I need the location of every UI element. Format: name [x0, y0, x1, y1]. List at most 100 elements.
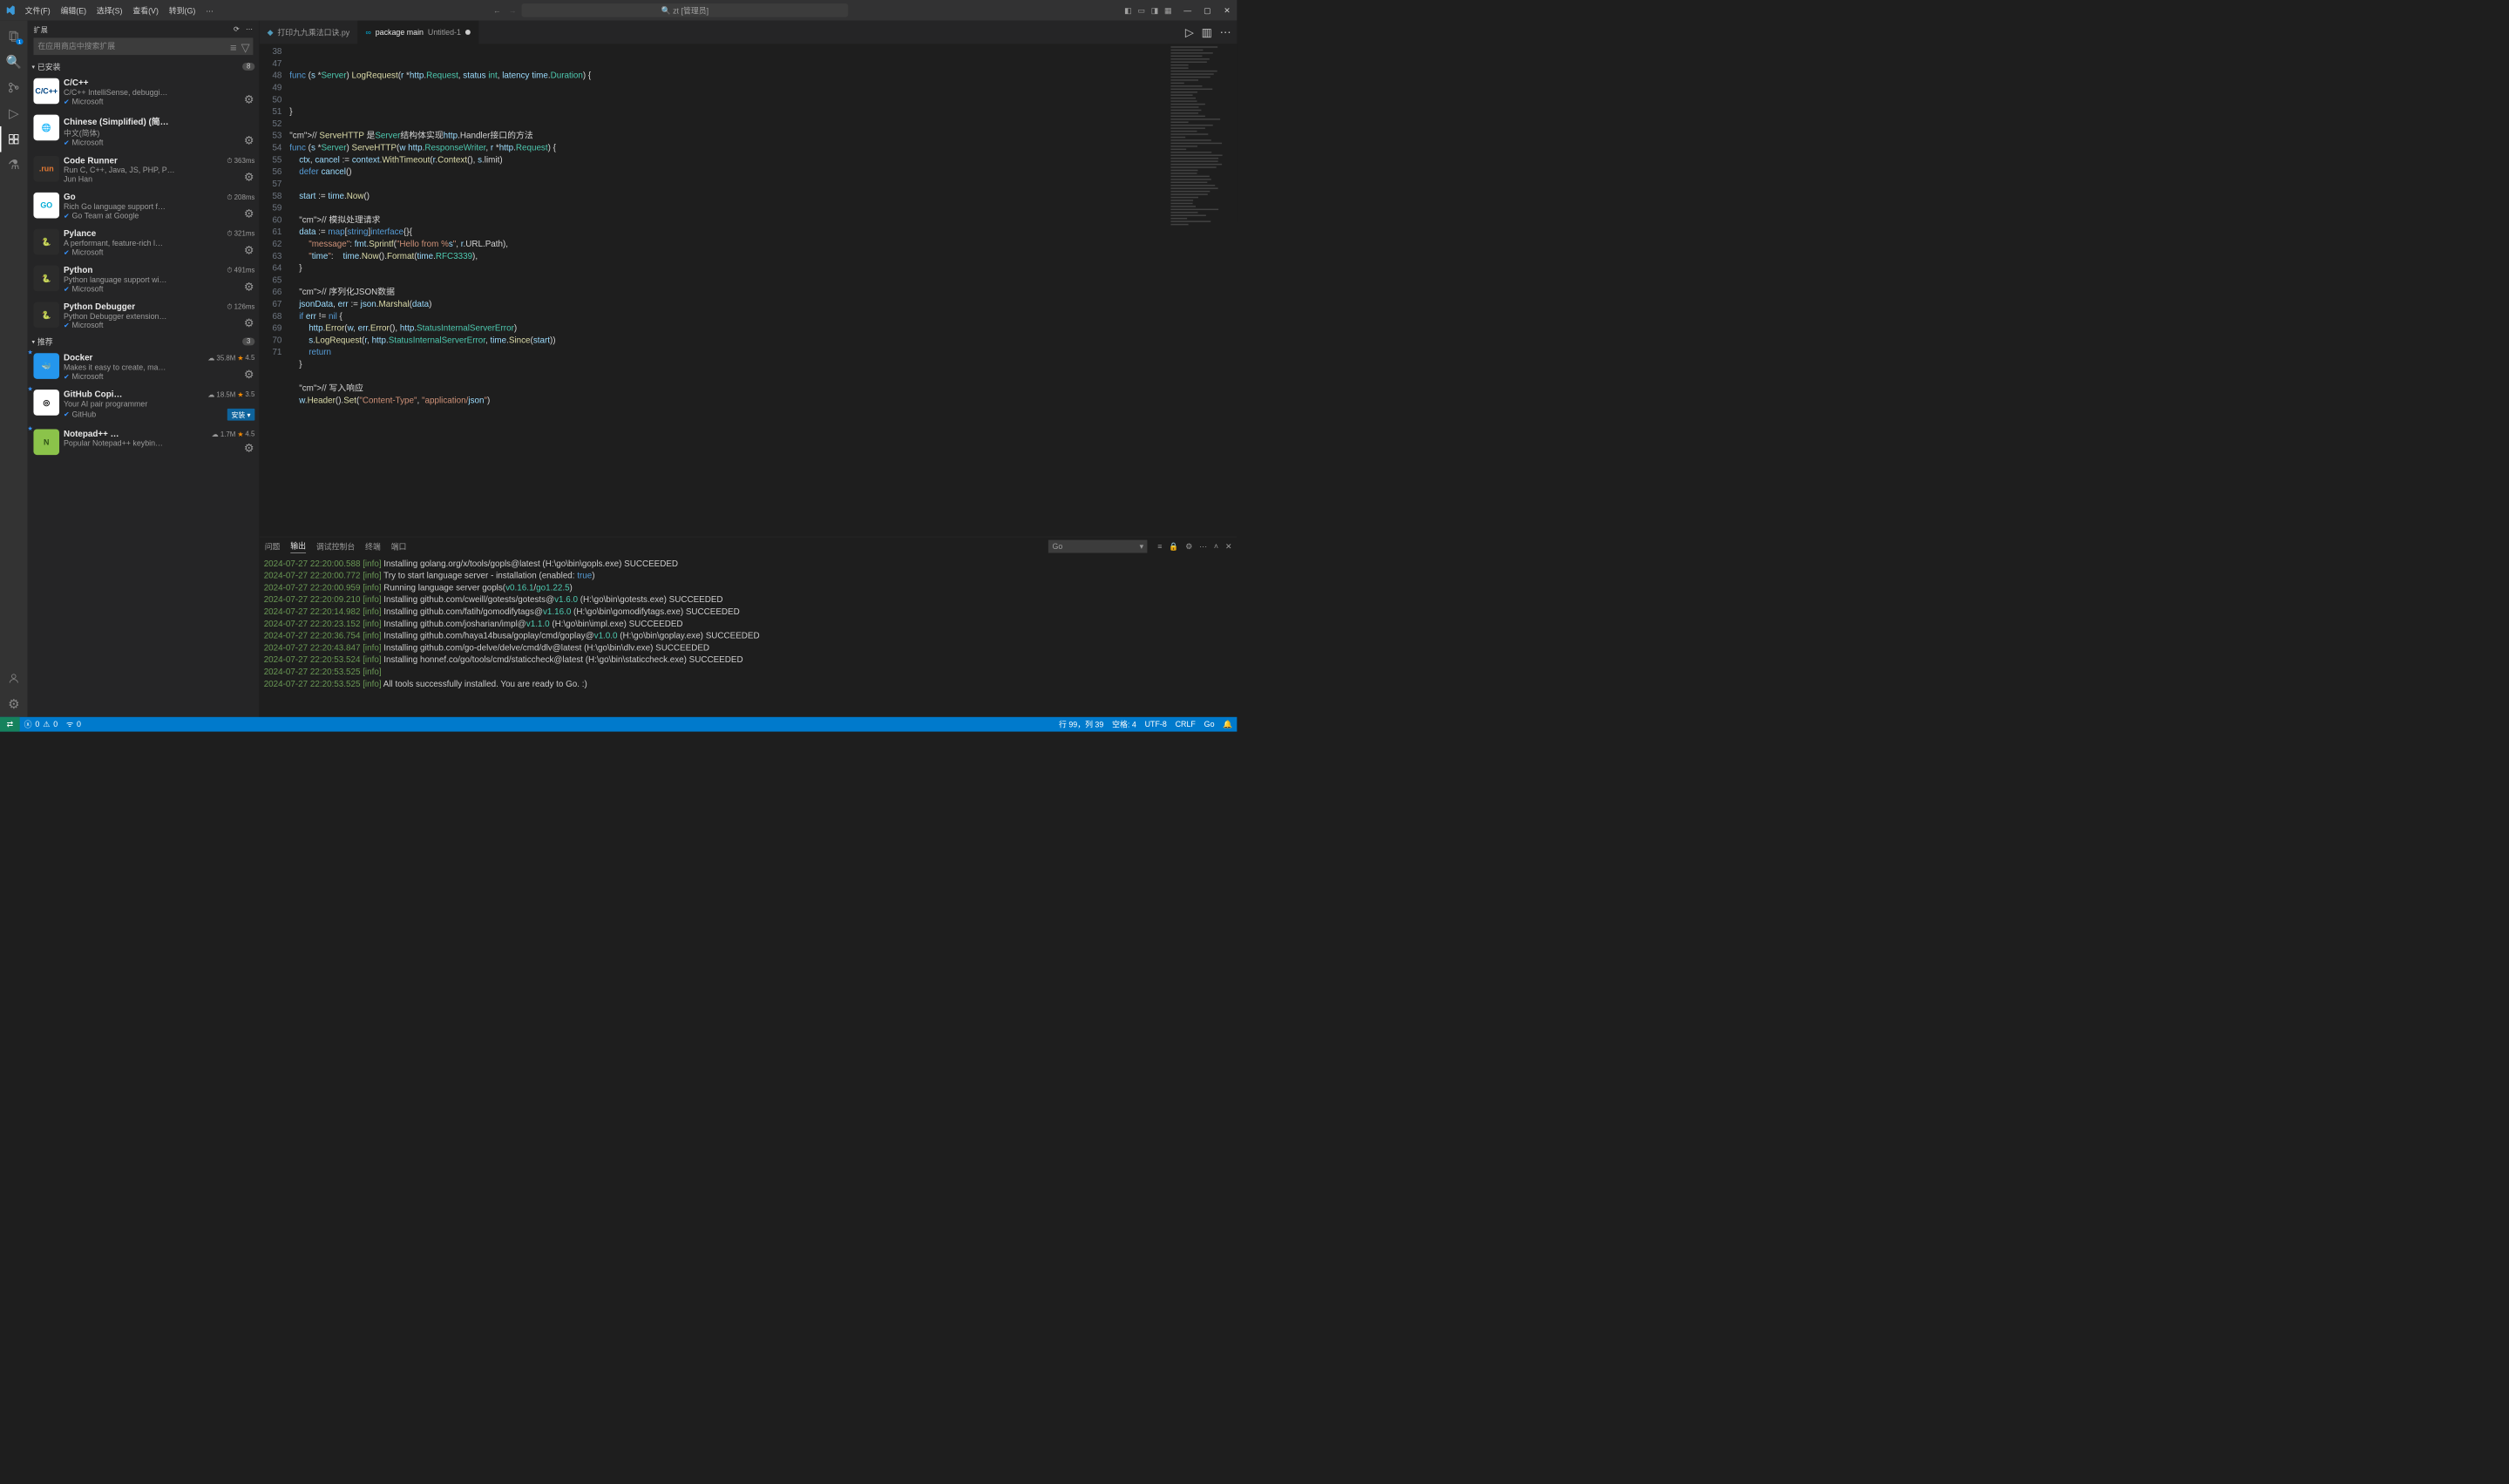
line-number: 71 [260, 346, 282, 358]
menu-go[interactable]: 转到(G) [165, 4, 200, 16]
status-eol[interactable]: CRLF [1171, 720, 1200, 728]
gear-icon[interactable]: ⚙ [244, 92, 254, 105]
clear-icon[interactable]: ▽ [241, 41, 250, 54]
extension-meta: ⏱ 491ms [227, 267, 254, 274]
section-recommended[interactable]: ▾ 推荐 3 [28, 335, 260, 349]
line-number: 69 [260, 322, 282, 335]
more-icon[interactable]: ⋯ [246, 25, 253, 34]
gear-icon[interactable]: ⚙ [244, 316, 254, 329]
status-notifications[interactable]: 🔔 [1218, 720, 1237, 728]
extension-search-input[interactable] [33, 37, 253, 55]
extension-item[interactable]: 🐍Python Debugger⏱ 126msPython Debugger e… [28, 298, 260, 335]
gear-icon[interactable]: ⚙ [244, 171, 254, 184]
error-count: 0 [35, 720, 39, 728]
tab-go-untitled[interactable]: ∞ package main Untitled-1 [358, 21, 479, 44]
extension-meta: ☁ 1.7M ★ 4.5 [212, 430, 255, 438]
vscode-logo-icon [0, 5, 21, 15]
activity-test[interactable]: ⚗ [0, 152, 28, 179]
menu-view[interactable]: 查看(V) [128, 4, 162, 16]
menu-selection[interactable]: 选择(S) [92, 4, 126, 16]
panel-tab-terminal[interactable]: 终端 [365, 541, 381, 552]
gear-icon[interactable]: ⚙ [244, 244, 254, 257]
panel-close-icon[interactable]: ✕ [1225, 542, 1231, 551]
panel-tab-debug[interactable]: 调试控制台 [316, 541, 355, 552]
layout-sidebar-right-icon[interactable]: ◨ [1151, 6, 1158, 15]
gear-icon[interactable]: ⚙ [244, 442, 254, 455]
gear-icon[interactable]: ⚙ [244, 368, 254, 381]
status-lncol[interactable]: 行 99，列 39 [1054, 719, 1108, 730]
activity-debug[interactable]: ▷ [0, 100, 28, 126]
status-problems[interactable]: ⓧ0 ⚠0 [20, 719, 62, 730]
window-maximize-icon[interactable]: ▢ [1197, 6, 1217, 15]
extension-icon: 🌐 [33, 115, 59, 141]
editor-area: ◆ 打印九九乘法口诀.py ∞ package main Untitled-1 … [260, 21, 1238, 717]
menu-bar: 文件(F) 编辑(E) 选择(S) 查看(V) 转到(G) … [21, 4, 218, 16]
output-list-icon[interactable]: ≡ [1157, 542, 1162, 551]
line-number: 51 [260, 105, 282, 118]
editor-more-icon[interactable]: ⋯ [1220, 25, 1231, 38]
activity-scm[interactable] [0, 75, 28, 101]
extension-item[interactable]: C/C++C/C++C/C++ IntelliSense, debuggi…✔M… [28, 74, 260, 111]
gear-icon[interactable]: ⚙ [244, 207, 254, 220]
command-center[interactable]: 🔍 zt [管理员] [521, 3, 848, 17]
window-close-icon[interactable]: ✕ [1217, 6, 1238, 15]
activity-explorer[interactable]: 1 [0, 24, 28, 50]
extension-icon: 🐍 [33, 229, 59, 255]
extension-item[interactable]: ★🐳Docker☁ 35.8M ★ 4.5Makes it easy to cr… [28, 349, 260, 385]
panel-maximize-icon[interactable]: ˄ [1214, 542, 1218, 551]
nav-forward-icon[interactable]: → [509, 6, 517, 15]
activity-account[interactable] [0, 666, 28, 692]
sticky-line: func (s *Server) LogRequest(r *http.Requ… [289, 70, 1168, 82]
run-icon[interactable]: ▷ [1185, 25, 1194, 38]
panel-tab-problems[interactable]: 问题 [265, 541, 281, 552]
bell-icon: 🔔 [1223, 720, 1232, 728]
sidebar-title: 扩展 [33, 24, 48, 35]
gear-icon[interactable]: ⚙ [244, 280, 254, 293]
layout-panel-icon[interactable]: ▭ [1137, 6, 1144, 15]
activity-settings[interactable]: ⚙ [0, 691, 28, 717]
code-line: if err != nil { [289, 310, 1168, 322]
gear-icon[interactable]: ⚙ [244, 134, 254, 147]
menu-more[interactable]: … [201, 4, 218, 16]
filter-icon[interactable]: ≡ [230, 41, 236, 54]
layout-sidebar-left-icon[interactable]: ◧ [1124, 6, 1131, 15]
line-number: 50 [260, 93, 282, 105]
extension-item[interactable]: 🐍Python⏱ 491msPython language support wi… [28, 261, 260, 298]
status-encoding[interactable]: UTF-8 [1141, 720, 1171, 728]
output-more-icon[interactable]: ⋯ [1199, 542, 1207, 551]
extension-item[interactable]: .runCode Runner⏱ 363msRun C, C++, Java, … [28, 152, 260, 188]
activity-extensions[interactable] [0, 126, 28, 152]
output-line: 2024-07-27 22:20:53.525 [info] All tools… [264, 678, 1233, 690]
output-lock-icon[interactable]: 🔒 [1169, 542, 1178, 551]
status-language[interactable]: Go [1200, 720, 1219, 728]
remote-indicator[interactable]: ⇄ [0, 717, 20, 732]
menu-edit[interactable]: 编辑(E) [57, 4, 91, 16]
install-button[interactable]: 安装 ▾ [227, 409, 255, 421]
extension-item[interactable]: ★◎GitHub Copi…☁ 18.5M ★ 3.5Your AI pair … [28, 385, 260, 424]
nav-back-icon[interactable]: ← [493, 6, 501, 15]
output-content[interactable]: 2024-07-27 22:20:00.588 [info] Installin… [260, 556, 1238, 717]
minimap[interactable] [1168, 44, 1237, 536]
menu-file[interactable]: 文件(F) [21, 4, 55, 16]
output-settings-icon[interactable]: ⚙ [1185, 542, 1192, 551]
code-editor[interactable]: 38 4748495051525354555657585960616263646… [260, 44, 1238, 536]
split-editor-icon[interactable]: ▥ [1202, 25, 1212, 38]
activity-search[interactable]: 🔍 [0, 49, 28, 75]
code-line: return [289, 346, 1168, 358]
panel-tab-ports[interactable]: 端口 [391, 541, 407, 552]
refresh-icon[interactable]: ⟳ [234, 25, 240, 34]
status-spaces[interactable]: 空格: 4 [1108, 719, 1140, 730]
section-installed[interactable]: ▾ 已安装 8 [28, 59, 260, 74]
panel-tab-output[interactable]: 输出 [290, 539, 306, 552]
extension-item[interactable]: GOGo⏱ 208msRich Go language support f…✔G… [28, 188, 260, 225]
layout-customize-icon[interactable]: ▦ [1164, 6, 1171, 15]
window-minimize-icon[interactable]: — [1177, 6, 1197, 15]
tab-python-file[interactable]: ◆ 打印九九乘法口诀.py [260, 21, 358, 44]
extension-item[interactable]: 🐍Pylance⏱ 321msA performant, feature-ric… [28, 225, 260, 261]
line-number: 65 [260, 274, 282, 287]
status-ports[interactable]: ᯤ0 [62, 719, 85, 729]
extension-item[interactable]: ★NNotepad++ …☁ 1.7M ★ 4.5Popular Notepad… [28, 425, 260, 459]
warning-icon: ⚠ [43, 720, 50, 728]
extension-item[interactable]: 🌐Chinese (Simplified) (简体…中文(简体)✔Microso… [28, 111, 260, 152]
output-channel-select[interactable]: Go ▾ [1048, 540, 1147, 553]
